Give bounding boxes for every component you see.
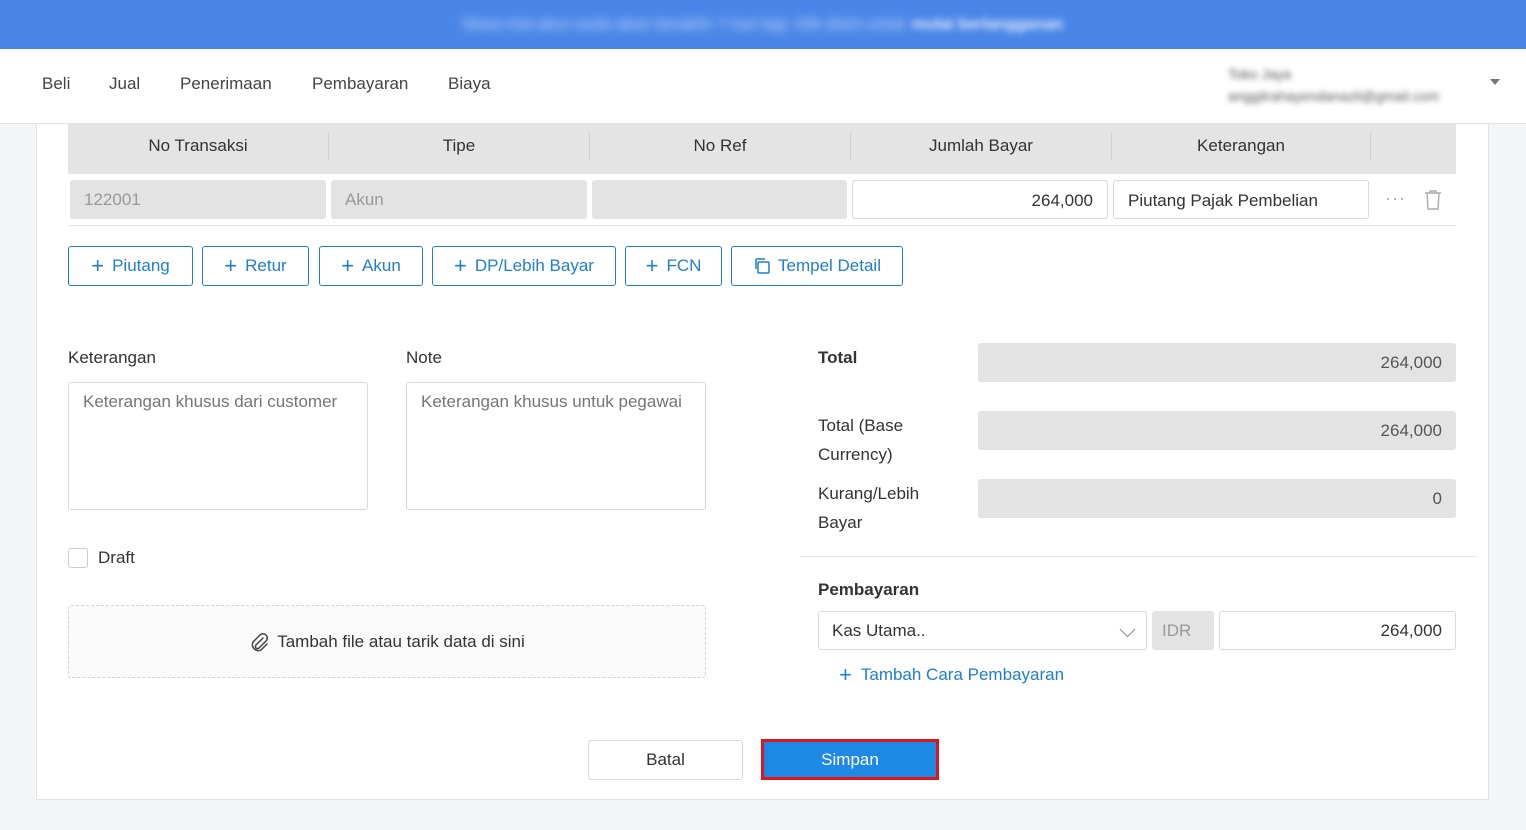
kurang-lebih-bayar-value: 0 bbox=[978, 479, 1456, 518]
add-akun-button[interactable]: + Akun bbox=[319, 246, 423, 286]
file-dropzone[interactable]: Tambah file atau tarik data di sini bbox=[68, 605, 706, 678]
plus-icon: + bbox=[839, 662, 852, 687]
pembayaran-title: Pembayaran bbox=[818, 580, 920, 599]
trial-banner-text: Masa trial akun anda akan berakhir 7 har… bbox=[462, 15, 1064, 33]
total-label: Total bbox=[818, 348, 858, 367]
subscribe-link[interactable]: mulai berlangganan bbox=[912, 16, 1063, 33]
draft-checkbox[interactable] bbox=[68, 548, 88, 568]
total-value: 264,000 bbox=[978, 343, 1456, 382]
draft-label: Draft bbox=[98, 548, 135, 567]
nav-item-jual[interactable]: Jual bbox=[109, 74, 140, 94]
total-base-currency-value: 264,000 bbox=[978, 411, 1456, 450]
plus-icon: + bbox=[341, 253, 355, 278]
nav-item-beli[interactable]: Beli bbox=[42, 74, 70, 94]
nav-item-pembayaran[interactable]: Pembayaran bbox=[312, 74, 408, 94]
no-ref-field bbox=[592, 180, 847, 219]
column-no-transaksi: No Transaksi bbox=[148, 136, 248, 155]
user-name: Toko Jaya bbox=[1228, 66, 1292, 82]
keterangan-textarea[interactable] bbox=[68, 382, 368, 510]
no-transaksi-field: 122001 bbox=[70, 180, 326, 219]
column-tipe: Tipe bbox=[442, 136, 476, 155]
user-email: anggitrahayendanazli@gmail.com bbox=[1228, 88, 1440, 104]
trial-banner: Masa trial akun anda akan berakhir 7 har… bbox=[0, 0, 1526, 49]
cancel-button[interactable]: Batal bbox=[588, 740, 743, 780]
add-fcn-button[interactable]: + FCN bbox=[625, 246, 722, 286]
add-dp-lebih-bayar-button[interactable]: + DP/Lebih Bayar bbox=[432, 246, 616, 286]
add-payment-method-link[interactable]: + Tambah Cara Pembayaran bbox=[839, 664, 1064, 686]
save-button[interactable]: Simpan bbox=[761, 739, 939, 780]
column-jumlah-bayar: Jumlah Bayar bbox=[929, 136, 1033, 155]
add-piutang-button[interactable]: + Piutang bbox=[68, 246, 193, 286]
keterangan-label: Keterangan bbox=[68, 348, 156, 367]
payment-amount-input[interactable]: 264,000 bbox=[1219, 611, 1456, 650]
nav-item-biaya[interactable]: Biaya bbox=[448, 74, 491, 94]
plus-icon: + bbox=[224, 253, 238, 278]
note-label: Note bbox=[406, 348, 442, 367]
total-base-currency-label: Total (Base Currency) bbox=[818, 416, 904, 464]
caret-down-icon[interactable] bbox=[1490, 79, 1500, 85]
user-menu[interactable]: Toko Jaya anggitrahayendanazli@gmail.com bbox=[1228, 63, 1439, 107]
keterangan-row-input[interactable]: Piutang Pajak Pembelian bbox=[1113, 180, 1369, 219]
note-textarea[interactable] bbox=[406, 382, 706, 510]
add-retur-button[interactable]: + Retur bbox=[202, 246, 309, 286]
tipe-field: Akun bbox=[331, 180, 587, 219]
payment-method-value: Kas Utama.. bbox=[832, 621, 926, 640]
paste-detail-button[interactable]: Tempel Detail bbox=[731, 246, 903, 286]
ellipsis-icon[interactable]: ··· bbox=[1385, 188, 1406, 209]
column-no-ref: No Ref bbox=[693, 136, 747, 155]
table-header: No Transaksi Tipe No Ref Jumlah Bayar Ke… bbox=[68, 124, 1456, 174]
kurang-lebih-bayar-label: Kurang/Lebih Bayar bbox=[818, 484, 920, 532]
copy-icon bbox=[755, 258, 770, 274]
chevron-down-icon bbox=[1119, 621, 1136, 638]
trash-icon[interactable] bbox=[1424, 189, 1442, 210]
top-navigation: Beli Jual Penerimaan Pembayaran Biaya To… bbox=[0, 49, 1526, 124]
column-keterangan: Keterangan bbox=[1197, 136, 1285, 155]
plus-icon: + bbox=[454, 253, 467, 278]
payment-method-select[interactable]: Kas Utama.. bbox=[818, 611, 1147, 650]
jumlah-bayar-input[interactable]: 264,000 bbox=[852, 180, 1108, 219]
currency-field: IDR bbox=[1152, 611, 1214, 650]
nav-item-penerimaan[interactable]: Penerimaan bbox=[180, 74, 272, 94]
paperclip-icon bbox=[251, 632, 269, 651]
plus-icon: + bbox=[91, 253, 105, 278]
dropzone-label: Tambah file atau tarik data di sini bbox=[277, 631, 525, 651]
plus-icon: + bbox=[645, 253, 659, 278]
